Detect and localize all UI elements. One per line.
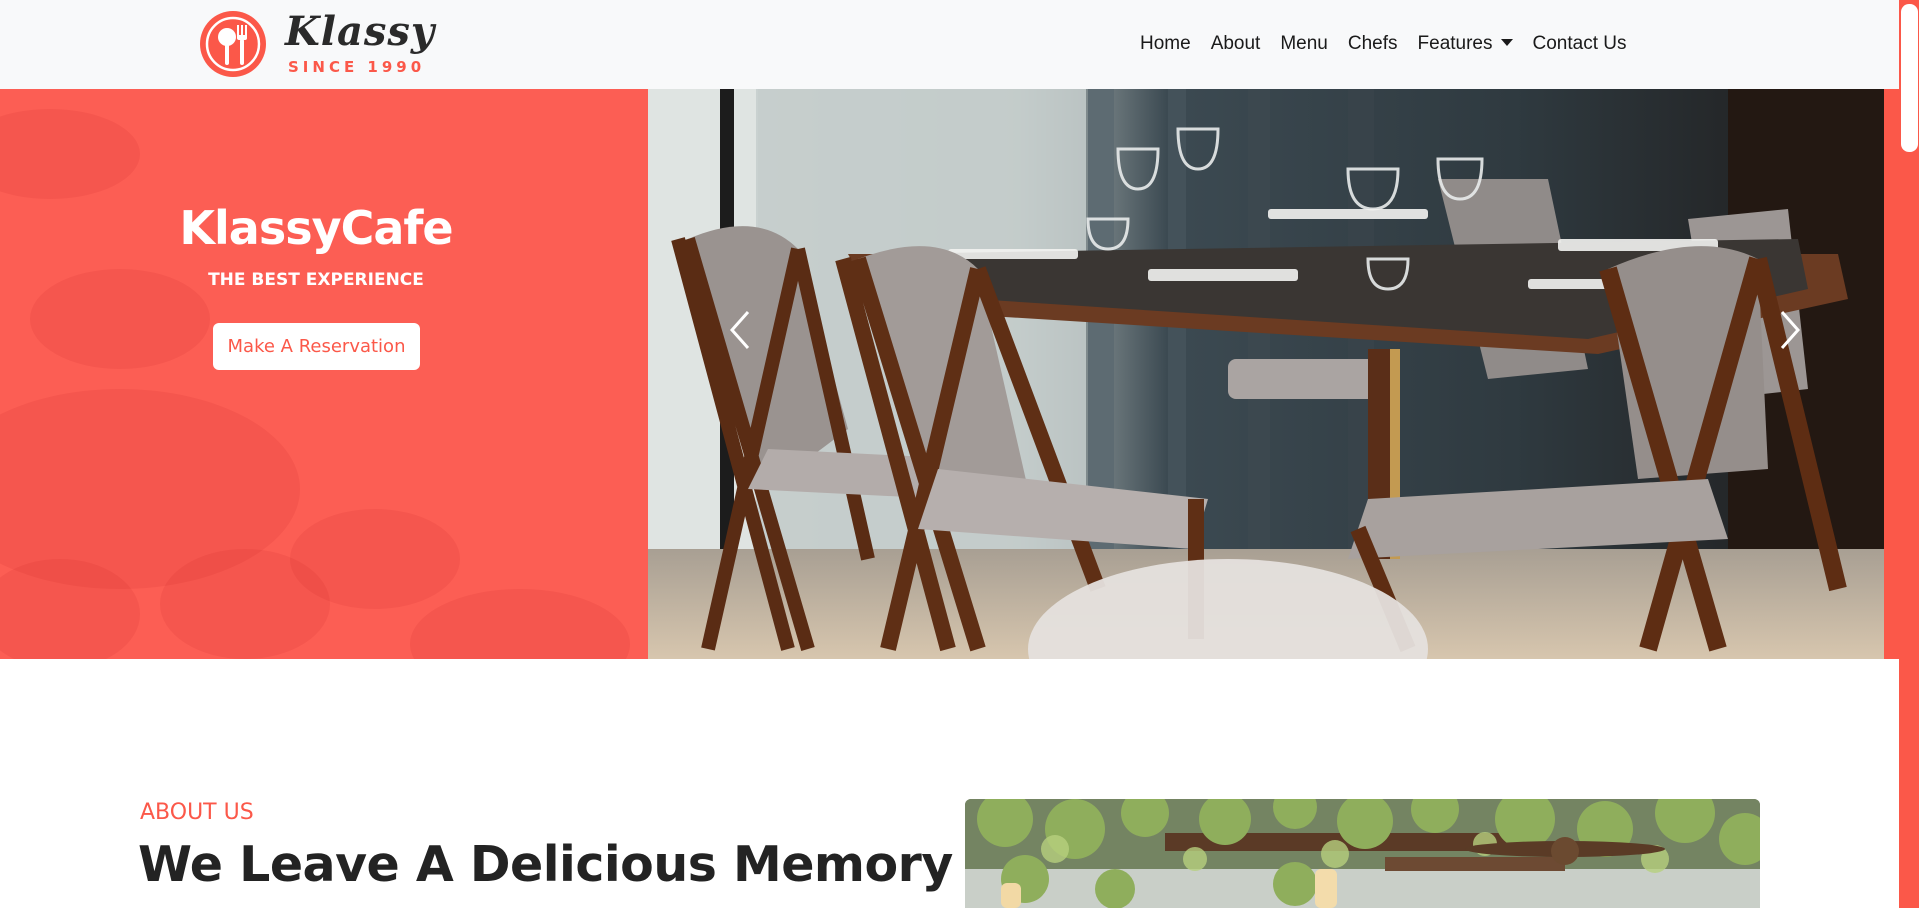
hero-carousel-image [648, 89, 1884, 659]
nav-menu[interactable]: Menu [1270, 30, 1338, 58]
about-kicker: ABOUT US [140, 800, 254, 825]
logo-tagline: SINCE 1990 [288, 58, 426, 76]
site-header: Klassy SINCE 1990 Home About Menu Chefs … [0, 0, 1899, 89]
chevron-left-icon[interactable] [720, 300, 760, 360]
hero-title: KlassyCafe [179, 201, 453, 255]
decorative-tomato [410, 589, 630, 659]
restaurant-interior-photo [648, 89, 1884, 659]
nav-chefs[interactable]: Chefs [1338, 30, 1408, 58]
logo-icon [200, 11, 266, 77]
hero-subtitle: THE BEST EXPERIENCE [208, 270, 424, 290]
nav-home[interactable]: Home [1130, 30, 1201, 58]
garden-restaurant-photo [965, 799, 1760, 908]
hero-panel: KlassyCafe THE BEST EXPERIENCE Make A Re… [0, 89, 648, 659]
logo[interactable]: Klassy SINCE 1990 [198, 8, 434, 82]
decorative-leaf [0, 109, 140, 199]
logo-wordmark: Klassy [285, 8, 436, 55]
nav-features-label: Features [1417, 33, 1493, 54]
nav-contact-us[interactable]: Contact Us [1523, 30, 1637, 58]
hero-right-edge [1884, 89, 1899, 659]
chevron-right-icon[interactable] [1770, 300, 1810, 360]
scrollbar-thumb[interactable] [1901, 4, 1918, 152]
nav-about[interactable]: About [1201, 30, 1271, 58]
about-photo [965, 799, 1760, 908]
make-reservation-button[interactable]: Make A Reservation [213, 323, 420, 370]
decorative-tomato [290, 509, 460, 609]
caret-down-icon [1500, 39, 1513, 46]
main-nav: Home About Menu Chefs Features Contact U… [1130, 30, 1636, 58]
about-heading: We Leave A Delicious Memory For [138, 836, 1058, 893]
nav-features[interactable]: Features [1408, 30, 1523, 58]
